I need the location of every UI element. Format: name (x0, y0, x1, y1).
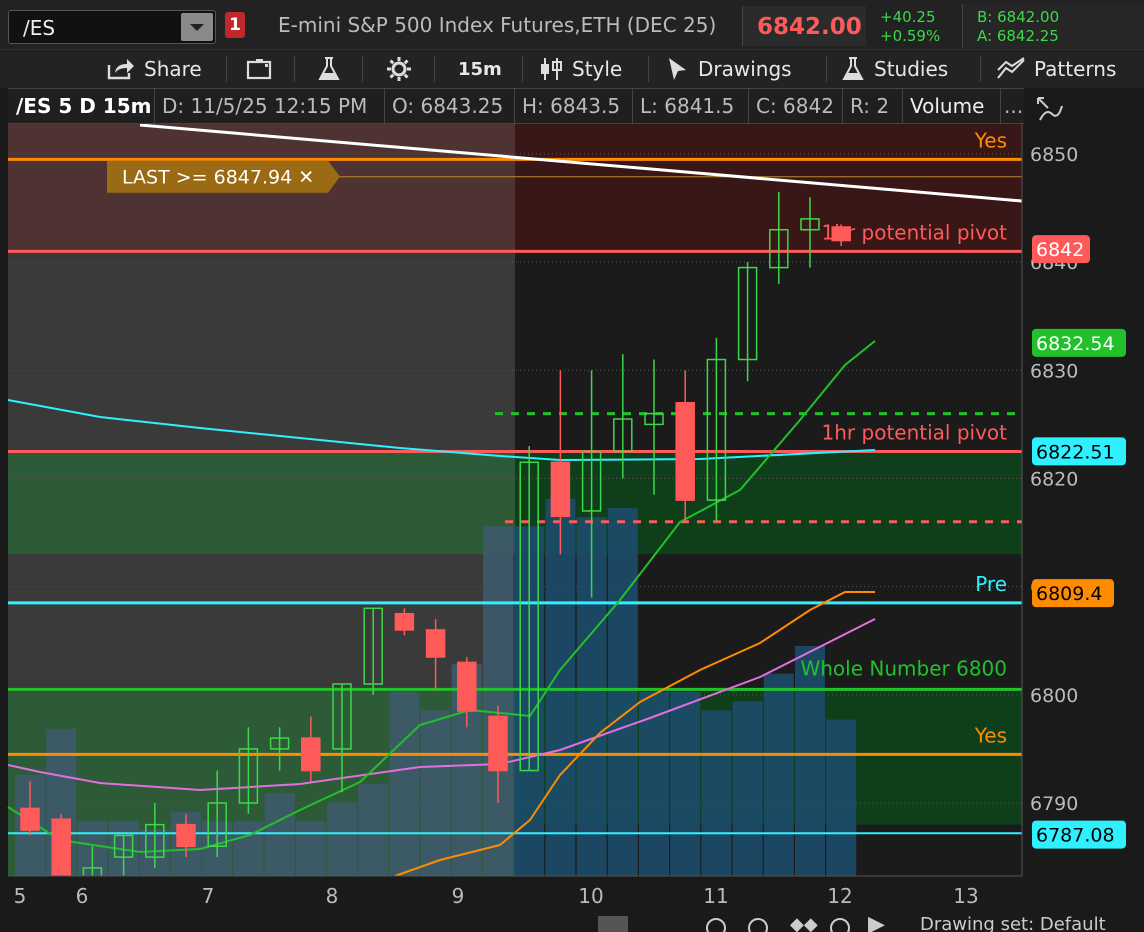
x-tick-label: 10 (578, 884, 603, 908)
chart-symbol: /ES 5 D 15m (16, 94, 152, 118)
drawing-set-label[interactable]: Drawing set: Default (920, 914, 1106, 932)
candle-down (675, 402, 695, 501)
x-tick-label: 9 (452, 884, 465, 908)
level-label: 1hr potential pivot (822, 220, 1008, 244)
candle-down (457, 661, 477, 712)
volume-bar (795, 646, 825, 876)
price-label: 6832.54 (1036, 333, 1115, 355)
volume-bar (763, 673, 794, 876)
volume-bar (607, 508, 638, 876)
price-chart[interactable]: Yes 1hr potential pivot 1hr potential pivo… (0, 0, 1144, 912)
candle-down (550, 461, 571, 518)
level-label: Whole Number 6800 (800, 656, 1007, 680)
volume-bar (701, 710, 732, 876)
scrollbar-thumb[interactable] (598, 916, 628, 932)
time-axis (8, 876, 1022, 912)
y-tick-label: 6850 (1030, 144, 1078, 166)
level-label: Yes (974, 128, 1007, 152)
x-tick-label: 7 (202, 884, 215, 908)
x-tick-label: 8 (326, 884, 339, 908)
price-alert-label: LAST >= 6847.94 ✕ (122, 167, 314, 189)
candle-down (425, 629, 446, 658)
x-tick-label: 11 (703, 884, 728, 908)
bottom-controls: ◆◆ ▶ Drawing set: Default (0, 912, 1144, 932)
price-label: 6809.4 (1036, 583, 1102, 605)
volume-bar (295, 820, 326, 876)
volume-bar (233, 820, 264, 876)
level-label: Pre (975, 572, 1007, 596)
x-tick-label: 13 (953, 884, 978, 908)
volume-bar (826, 719, 857, 876)
candle-down (394, 612, 415, 631)
volume-bar (389, 692, 420, 876)
bar-close: C: 6842 (756, 94, 834, 118)
volume-bar (420, 710, 451, 876)
volume-bar (545, 498, 576, 876)
candle-down (488, 715, 508, 772)
candle-down (301, 737, 321, 772)
price-label: 6787.08 (1036, 825, 1115, 847)
volume-bar (483, 526, 513, 876)
play-icon[interactable]: ▶ (868, 912, 885, 932)
zoom-in-icon[interactable] (748, 918, 768, 932)
price-label: 6842 (1036, 239, 1084, 261)
bar-range: R: 2 (850, 94, 890, 118)
y-tick-label: 6830 (1030, 360, 1078, 382)
x-tick-label: 12 (827, 884, 852, 908)
bar-low: L: 6841.5 (640, 94, 735, 118)
support-zone-left (8, 451, 515, 555)
y-tick-label: 6790 (1030, 793, 1078, 815)
volume-bar (358, 784, 389, 876)
volume-bar (732, 701, 763, 876)
x-tick-label: 5 (14, 884, 27, 908)
volume-bar (264, 793, 295, 876)
y-tick-label: 6820 (1030, 469, 1078, 491)
volume-study-button[interactable]: Volume (910, 94, 984, 118)
more-button[interactable]: ... (1004, 94, 1023, 118)
volume-bar (327, 802, 357, 876)
bar-date: D: 11/5/25 12:15 PM (162, 94, 368, 118)
chart-info-row: /ES 5 D 15m D: 11/5/25 12:15 PM O: 6843.… (8, 88, 1024, 124)
crosshair-icon[interactable] (830, 918, 850, 932)
candle-down (176, 823, 196, 848)
collapse-icon[interactable]: ◆◆ (790, 914, 818, 932)
zoom-out-icon[interactable] (706, 918, 726, 932)
candle-down (20, 807, 40, 831)
level-label: Yes (974, 723, 1007, 747)
y-tick-label: 6800 (1030, 685, 1078, 707)
bar-open: O: 6843.25 (392, 94, 504, 118)
level-label: 1hr potential pivot (822, 420, 1008, 444)
volume-bar (670, 692, 701, 876)
x-tick-label: 6 (76, 884, 89, 908)
bar-high: H: 6843.5 (522, 94, 621, 118)
price-label: 6822.51 (1036, 441, 1115, 463)
expand-icon[interactable] (1034, 94, 1064, 124)
